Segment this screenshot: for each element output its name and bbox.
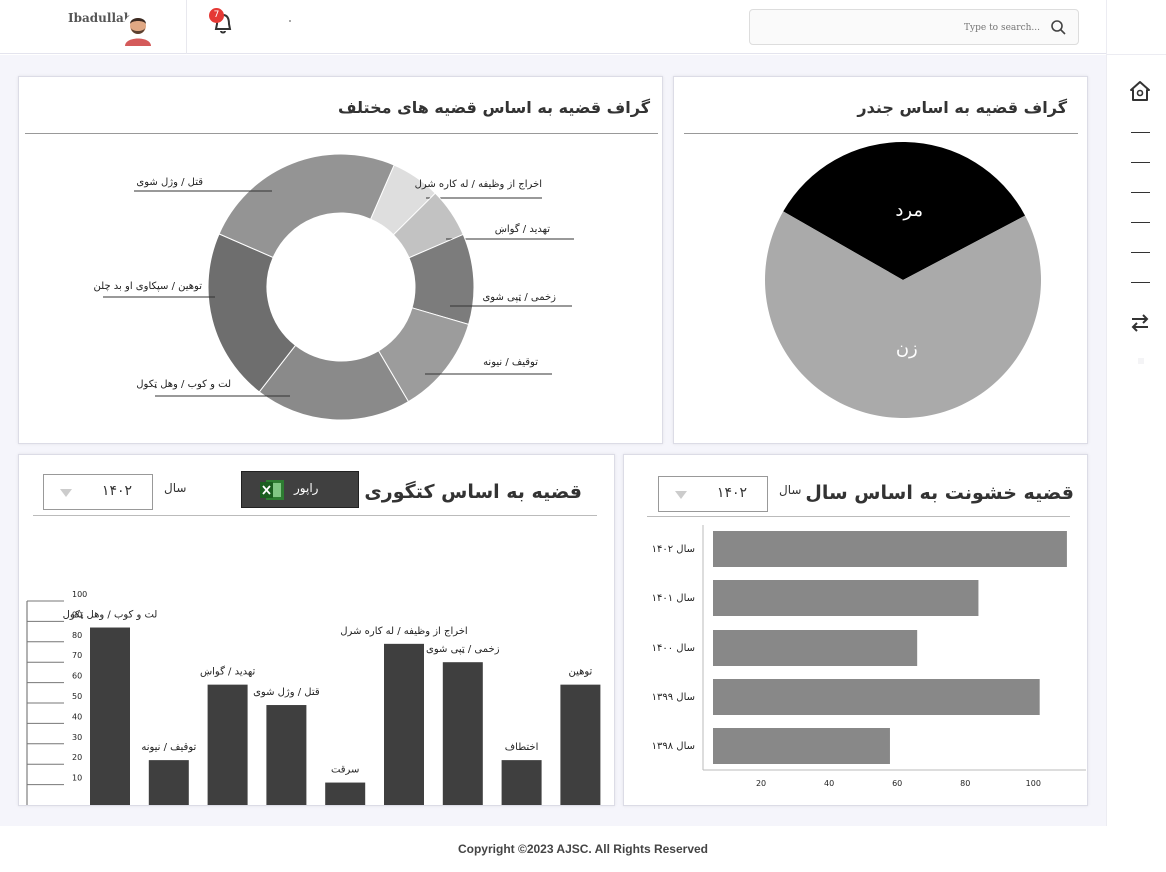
header-dot [289,20,291,22]
sidebar-item-3[interactable] [1131,192,1150,193]
bar-label: لت و کوب / وهل ټکول [63,610,158,621]
bar-label: توقیف / نیونه [141,742,196,753]
category-bar [148,760,189,805]
year-bar [713,580,979,616]
copyright-text: Copyright ©2023 AJSC. All Rights Reserve… [457,842,709,856]
home-icon[interactable] [1129,80,1151,102]
card-category: قضیه به اساس کتگوری راپور سال ۱۴۰۲ 10 20 3… [18,454,615,806]
donut-slice-label: تهدید / گواښ [495,223,551,235]
year-label: سال ۱۳۹۸ [652,741,695,752]
year-bar [713,679,1040,715]
main-content: گراف قضیه به اساس قضیه های مختلف اخراج ا… [0,55,1106,826]
category-bar [325,782,366,805]
y-tick-label: 70 [72,651,82,660]
y-tick-label: 60 [72,672,82,681]
search-input[interactable] [760,18,1040,38]
year-label: سال ۱۳۹۹ [652,692,695,703]
category-bar [384,643,424,805]
bar-label: اختطاف [505,742,539,753]
search-icon[interactable] [1050,19,1066,35]
x-tick-label: 80 [960,779,970,788]
donut-slice-label: اخراج از وظیفه / له کاره شرل [415,179,542,190]
category-bar [442,662,483,805]
card-violence-year: قضیه خشونت به اساس سال سال ۱۴۰۲ 20 40 60 80… [623,454,1088,806]
donut-slice-label: قتل / وژل شوی [136,177,203,188]
year-label: سال ۱۴۰۲ [652,544,695,555]
category-bar [266,705,307,805]
bar-label: تهدید / گواښ [200,666,256,678]
sidebar-item-5[interactable] [1131,252,1150,253]
y-tick-label: 30 [72,733,82,742]
top-header: Ibadullah 7 [0,0,1106,54]
bar-label: اخراج از وظیفه / له کاره شرل [340,626,467,637]
x-tick-label: 100 [1026,779,1041,788]
swap-icon[interactable] [1130,313,1150,333]
y-tick-label: 80 [72,631,82,640]
y-tick-label: 10 [72,774,82,783]
category-bar [501,760,542,805]
sidebar-item-6[interactable] [1131,282,1150,283]
sidebar-item-2[interactable] [1131,162,1150,163]
violence-year-bar-chart: 20 40 60 80 100 سال ۱۴۰۲ سال ۱۴۰۱ سال ۱۴۰۰ سال ۱… [652,525,1086,788]
header-divider [186,0,187,54]
gender-pie-chart: مرد زن [765,142,1041,418]
card-case-types: گراف قضیه به اساس قضیه های مختلف اخراج ا… [18,76,663,444]
donut-slice [218,153,395,259]
y-tick-label: 50 [72,692,82,701]
donut-slice-label: توقیف / نیونه [483,357,538,368]
sidebar-faint-icon [1138,358,1144,364]
bar-label: سرقت [331,765,360,776]
bar-label: توهین [568,667,592,678]
right-sidebar [1106,0,1166,826]
donut-slice-label: زخمی / ټپی شوی [482,292,556,303]
donut-chart: اخراج از وظیفه / له کاره شرل تهدید / گواښ… [94,153,574,421]
x-tick-label: 60 [892,779,902,788]
year-bar [713,630,918,666]
category-bar [207,684,248,805]
year-bar [713,728,890,764]
sidebar-item-1[interactable] [1131,132,1150,133]
year-label: سال ۱۴۰۰ [652,643,695,654]
bar-label: قتل / وژل شوی [253,687,320,698]
sidebar-item-4[interactable] [1131,222,1150,223]
pie-slice-label: مرد [895,200,923,221]
y-tick-label: 40 [72,712,82,721]
y-tick-label: 100 [72,590,87,599]
donut-slice-label: لت و کوب / وهل ټکول [136,379,231,390]
search-box[interactable] [749,9,1079,45]
pie-slice-label: زن [896,338,918,359]
footer: Copyright ©2023 AJSC. All Rights Reserve… [0,826,1166,872]
bar-label: زخمی / ټپی شوی [426,644,500,655]
notification-badge: 7 [209,8,224,23]
year-bar [713,531,1067,567]
x-tick-label: 40 [824,779,834,788]
category-bar [90,627,130,805]
sidebar-logo-area [1107,0,1166,55]
y-tick-label: 20 [72,753,82,762]
category-bar [560,684,601,805]
donut-slice-label: توهین / سپکاوی او بد چلن [94,281,203,292]
avatar[interactable] [122,12,154,46]
card-gender: گراف قضیه به اساس جندر مرد زن [673,76,1088,444]
x-tick-label: 20 [756,779,766,788]
year-label: سال ۱۴۰۱ [652,593,695,604]
category-bar-chart: 102030405060708090100لت و کوب / وهل ټکول… [26,590,601,805]
